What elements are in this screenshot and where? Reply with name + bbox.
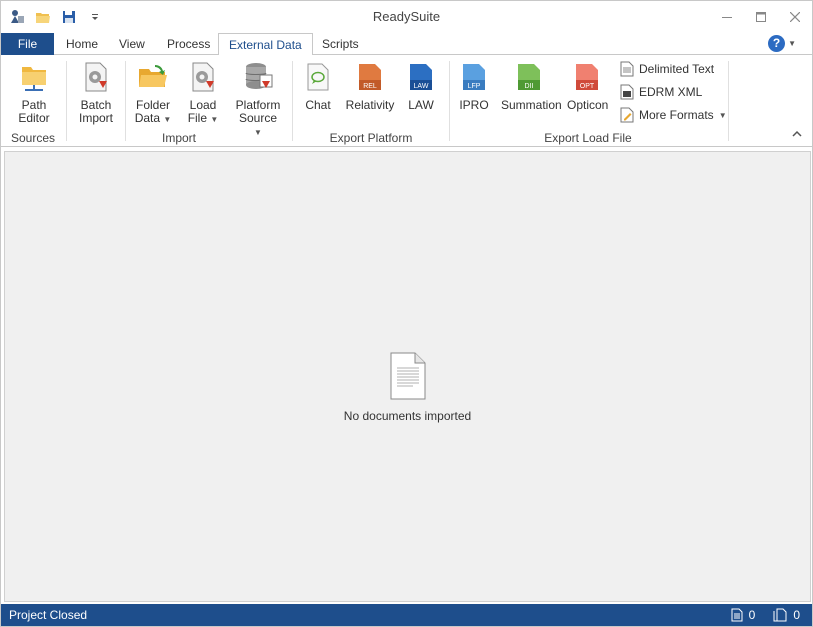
relativity-icon: REL (345, 59, 395, 95)
pages-counter: 0 (773, 604, 800, 626)
page-count-icon (773, 608, 787, 622)
help-dropdown-icon: ▼ (788, 39, 796, 48)
status-counters: 0 0 (731, 604, 800, 626)
ribbon-tabs: File Home View Process External Data Scr… (1, 33, 812, 56)
edrm-xml-button[interactable]: EDRM XML (620, 84, 702, 100)
more-formats-label: More Formats (639, 108, 714, 122)
edrm-xml-icon (620, 84, 634, 100)
dii-badge: DII (525, 83, 534, 90)
document-icon (390, 352, 425, 400)
ribbon-panel: Path Editor Sources Batch Import Folder … (1, 55, 812, 147)
tab-process[interactable]: Process (157, 33, 220, 55)
maximize-button[interactable] (744, 1, 778, 33)
opt-badge: OPT (580, 83, 595, 90)
ribbon-separator (292, 61, 293, 141)
summation-button[interactable]: DII Summation (501, 59, 562, 112)
rel-badge: REL (363, 83, 377, 90)
ribbon-separator (449, 61, 450, 141)
close-button[interactable] (778, 1, 812, 33)
path-editor-label-2: Editor (18, 111, 50, 125)
chat-label: Chat (305, 98, 331, 112)
app-window: ReadySuite File Home View Process Extern… (0, 0, 813, 627)
summation-label: Summation (501, 98, 562, 112)
documents-count: 0 (748, 608, 756, 622)
chat-button[interactable]: Chat (303, 59, 333, 112)
tab-view[interactable]: View (109, 33, 155, 55)
batch-import-label-2: Import (78, 111, 113, 125)
help-icon: ? (768, 35, 786, 52)
load-file-dropdown-icon: ▼ (210, 115, 219, 124)
tab-file[interactable]: File (1, 33, 54, 55)
window-controls (710, 1, 812, 33)
delimited-text-label: Delimited Text (639, 62, 715, 76)
status-text: Project Closed (9, 608, 88, 622)
tab-home[interactable]: Home (56, 33, 108, 55)
more-formats-button[interactable]: More Formats ▼ (620, 107, 727, 123)
opticon-label: Opticon (567, 98, 609, 112)
window-title: ReadySuite (372, 9, 441, 24)
ipro-icon: LFP (459, 59, 489, 95)
edrm-xml-label: EDRM XML (639, 85, 703, 99)
group-label-export-platform: Export Platform (329, 131, 413, 145)
group-label-import: Import (161, 131, 196, 145)
law-icon: LAW (406, 59, 436, 95)
load-file-icon (185, 59, 221, 95)
ribbon-separator (66, 61, 67, 141)
status-bar: Project Closed 0 0 (1, 604, 812, 626)
document-count-icon (731, 608, 743, 622)
more-formats-icon (620, 107, 634, 123)
law-button[interactable]: LAW LAW (406, 59, 436, 112)
platform-source-button[interactable]: Platform Source ▼ (234, 59, 282, 139)
delimited-text-icon (620, 61, 634, 77)
document-area: No documents imported (4, 151, 811, 602)
empty-message: No documents imported (343, 409, 472, 423)
relativity-label: Relativity (345, 98, 395, 112)
pages-count: 0 (793, 608, 800, 622)
ribbon-separator (728, 61, 729, 141)
batch-import-button[interactable]: Batch Import (75, 59, 117, 125)
more-formats-dropdown-icon: ▼ (718, 110, 727, 120)
lfp-badge: LFP (468, 83, 481, 90)
delimited-text-button[interactable]: Delimited Text (620, 61, 714, 77)
help-button[interactable]: ? ▼ (768, 35, 796, 52)
ipro-button[interactable]: LFP IPRO (459, 59, 489, 112)
chat-icon (303, 59, 333, 95)
documents-counter: 0 (731, 604, 756, 626)
relativity-button[interactable]: REL Relativity (345, 59, 395, 112)
law-label: LAW (408, 98, 434, 112)
path-editor-button[interactable]: Path Editor (13, 59, 55, 125)
load-file-label-2: File ▼ (187, 111, 219, 125)
load-file-button[interactable]: Load File ▼ (185, 59, 221, 126)
folder-data-icon (132, 59, 174, 95)
collapse-ribbon-button[interactable] (792, 129, 802, 141)
tab-external-data[interactable]: External Data (218, 33, 313, 56)
opticon-icon: OPT (567, 59, 607, 95)
group-label-export-load-file: Export Load File (544, 131, 632, 145)
law-badge: LAW (414, 83, 429, 90)
folder-data-dropdown-icon: ▼ (163, 115, 172, 124)
tab-scripts[interactable]: Scripts (312, 33, 369, 55)
empty-state: No documents imported (5, 352, 810, 423)
minimize-button[interactable] (710, 1, 744, 33)
summation-icon: DII (501, 59, 557, 95)
folder-data-label-2: Data ▼ (134, 111, 172, 125)
batch-import-icon (75, 59, 117, 95)
ribbon-separator (125, 61, 126, 141)
opticon-button[interactable]: OPT Opticon (567, 59, 609, 112)
path-editor-icon (13, 59, 55, 95)
group-label-sources: Sources (10, 131, 56, 145)
title-bar: ReadySuite (1, 1, 812, 33)
folder-data-button[interactable]: Folder Data ▼ (132, 59, 174, 126)
ipro-label: IPRO (459, 98, 489, 112)
chevron-up-icon (792, 130, 802, 137)
platform-source-icon (234, 59, 282, 95)
